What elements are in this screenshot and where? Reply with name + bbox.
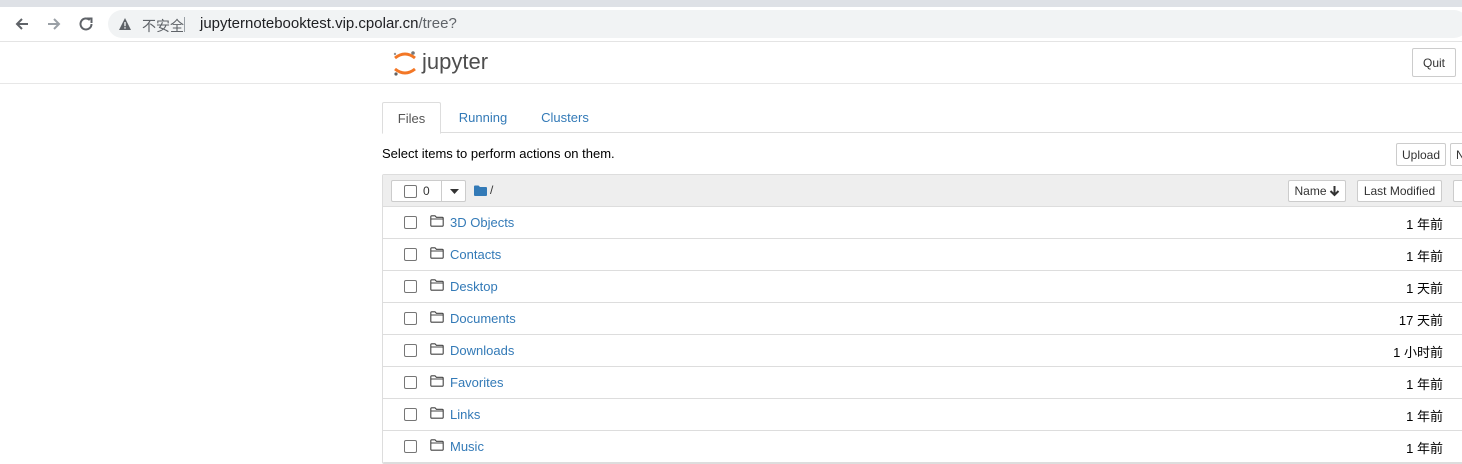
breadcrumb-root[interactable]: / [490, 183, 493, 197]
file-list-rows: 3D Objects 1 年前 Contacts 1 年前 Desktop 1 … [383, 207, 1462, 463]
caret-down-icon [449, 188, 459, 194]
folder-outline-icon [430, 247, 444, 259]
upload-button[interactable]: Upload [1396, 143, 1446, 166]
file-list-header: 0 / Name Last Modified [383, 175, 1462, 207]
row-checkbox[interactable] [404, 376, 417, 389]
last-modified: 1 小时前 [1393, 345, 1443, 360]
arrow-left-icon [15, 18, 28, 30]
last-modified: 1 年前 [1406, 249, 1443, 264]
url-path: /tree? [418, 15, 457, 32]
arrow-right-icon [48, 18, 61, 30]
last-modified: 1 年前 [1406, 377, 1443, 392]
sort-size-button[interactable] [1453, 180, 1462, 202]
forward-button[interactable] [42, 12, 66, 36]
last-modified: 1 年前 [1406, 217, 1443, 232]
security-label[interactable]: 不安全 [142, 16, 184, 36]
file-name-link[interactable]: Music [450, 439, 484, 454]
row-checkbox[interactable] [404, 344, 417, 357]
select-hint: Select items to perform actions on them. [382, 146, 615, 161]
folder-outline-icon [430, 215, 444, 227]
sort-name-label: Name [1294, 184, 1327, 198]
logo-text: jupyter [421, 49, 488, 74]
last-modified: 17 天前 [1398, 313, 1443, 328]
select-all-checkbox[interactable] [404, 185, 417, 198]
row-checkbox[interactable] [404, 408, 417, 421]
folder-outline-icon [430, 439, 444, 451]
folder-outline-icon [430, 407, 444, 419]
file-name-link[interactable]: Documents [450, 311, 516, 326]
folder-outline-icon [430, 311, 444, 323]
url-text[interactable]: jupyternotebooktest.vip.cpolar.cn/tree? [200, 15, 457, 32]
file-row[interactable]: Favorites 1 年前 [383, 367, 1462, 399]
last-modified: 1 年前 [1406, 409, 1443, 424]
file-name-link[interactable]: 3D Objects [450, 215, 514, 230]
warning-triangle-icon[interactable] [118, 17, 132, 31]
last-modified: 1 天前 [1406, 281, 1443, 296]
file-row[interactable]: Contacts 1 年前 [383, 239, 1462, 271]
tab-bar: Files Running Clusters [382, 102, 1462, 134]
row-checkbox[interactable] [404, 216, 417, 229]
folder-outline-icon [430, 375, 444, 387]
file-row[interactable]: Documents 17 天前 [383, 303, 1462, 335]
quit-button[interactable]: Quit [1412, 48, 1456, 77]
row-checkbox[interactable] [404, 280, 417, 293]
row-checkbox[interactable] [404, 312, 417, 325]
selected-count: 0 [423, 184, 430, 198]
file-row[interactable]: Links 1 年前 [383, 399, 1462, 431]
reload-icon [79, 17, 93, 31]
url-divider [184, 17, 185, 32]
jupyter-logo[interactable]: jupyter [392, 48, 502, 80]
file-list: 0 / Name Last Modified 3D Objects 1 年前 C… [382, 174, 1462, 464]
new-button[interactable]: N [1450, 143, 1462, 166]
row-checkbox[interactable] [404, 440, 417, 453]
file-name-link[interactable]: Downloads [450, 343, 514, 358]
arrow-down-icon [1329, 186, 1339, 197]
file-row[interactable]: Desktop 1 天前 [383, 271, 1462, 303]
reload-button[interactable] [74, 12, 98, 36]
browser-toolbar: 不安全 jupyternotebooktest.vip.cpolar.cn/tr… [0, 7, 1462, 42]
back-button[interactable] [10, 12, 34, 36]
url-host: jupyternotebooktest.vip.cpolar.cn [200, 15, 419, 32]
tab-clusters[interactable]: Clusters [530, 102, 600, 133]
file-row[interactable]: Downloads 1 小时前 [383, 335, 1462, 367]
select-dropdown-button[interactable] [441, 181, 466, 201]
last-modified: 1 年前 [1406, 441, 1443, 456]
file-name-link[interactable]: Desktop [450, 279, 498, 294]
address-bar[interactable]: 不安全 jupyternotebooktest.vip.cpolar.cn/tr… [108, 10, 1462, 38]
row-checkbox[interactable] [404, 248, 417, 261]
jupyter-header: jupyter Quit [0, 43, 1462, 84]
folder-outline-icon [430, 279, 444, 291]
folder-icon[interactable] [474, 185, 487, 196]
browser-tab-strip [0, 0, 1462, 7]
select-all-group: 0 [391, 180, 466, 202]
folder-outline-icon [430, 343, 444, 355]
file-row[interactable]: 3D Objects 1 年前 [383, 207, 1462, 239]
file-name-link[interactable]: Contacts [450, 247, 501, 262]
sort-modified-button[interactable]: Last Modified [1357, 180, 1442, 202]
sort-name-button[interactable]: Name [1288, 180, 1346, 202]
tab-files[interactable]: Files [382, 102, 441, 134]
file-name-link[interactable]: Favorites [450, 375, 503, 390]
file-row[interactable]: Music 1 年前 [383, 431, 1462, 463]
file-name-link[interactable]: Links [450, 407, 480, 422]
tab-running[interactable]: Running [444, 102, 522, 133]
